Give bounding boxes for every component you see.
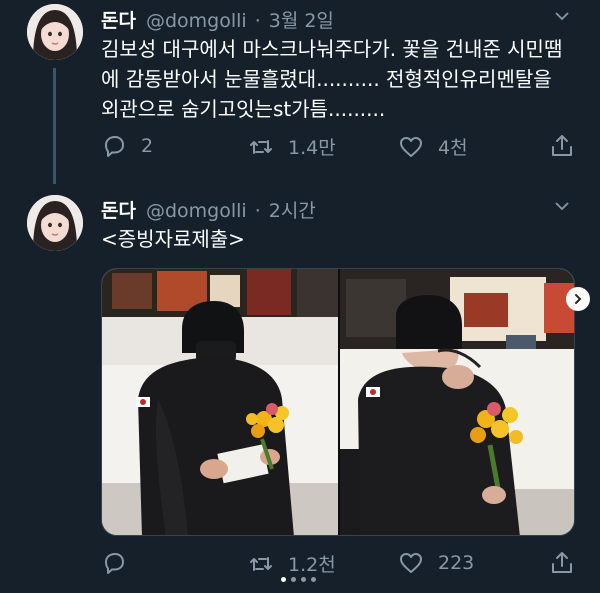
separator: · xyxy=(254,10,261,32)
pager-dot-active[interactable] xyxy=(281,577,286,582)
photo-image xyxy=(102,269,338,535)
carousel-next-button[interactable] xyxy=(566,287,590,311)
retweet-button[interactable]: 1.2천 xyxy=(248,550,336,577)
avatar[interactable] xyxy=(27,4,83,60)
tweet-text: <증빙자료제출> xyxy=(101,227,245,251)
tweet-actions: 2 1.4만 4천 xyxy=(101,133,581,163)
speech-bubble-icon xyxy=(105,553,124,574)
tweet-2[interactable]: 돈다 @domgolli · 2시간 <증빙자료제출> 1.2천 223 xyxy=(0,190,600,593)
reply-count: 2 xyxy=(141,135,154,157)
chevron-down-icon[interactable] xyxy=(554,198,570,214)
timestamp[interactable]: 3월 2일 xyxy=(269,6,334,33)
heart-icon xyxy=(400,136,422,157)
heart-icon xyxy=(400,553,422,573)
retweet-count: 1.4만 xyxy=(288,137,336,159)
speech-bubble-icon xyxy=(105,136,124,157)
retweet-button[interactable]: 1.4만 xyxy=(248,133,336,160)
chevron-down-icon[interactable] xyxy=(554,8,570,24)
retweet-count: 1.2천 xyxy=(288,554,336,576)
photo-grid[interactable] xyxy=(101,268,575,536)
user-handle[interactable]: @domgolli xyxy=(146,200,247,222)
like-button[interactable]: 4천 xyxy=(398,133,468,160)
avatar-image xyxy=(27,4,83,60)
carousel-pager xyxy=(281,577,316,582)
reply-button[interactable]: 2 xyxy=(101,133,153,159)
share-icon xyxy=(552,552,572,573)
avatar-image xyxy=(27,195,83,251)
tweet-header: 돈다 @domgolli · 2시간 xyxy=(101,196,316,223)
photo-2[interactable] xyxy=(340,269,574,535)
tweet-header: 돈다 @domgolli · 3월 2일 xyxy=(101,6,334,33)
display-name[interactable]: 돈다 xyxy=(101,6,136,33)
pager-dot[interactable] xyxy=(301,577,306,582)
share-button[interactable] xyxy=(549,133,589,159)
tweet-1[interactable]: 돈다 @domgolli · 3월 2일 김보성 대구에서 마스크나눠주다가. … xyxy=(0,0,600,190)
separator: · xyxy=(254,200,261,222)
timestamp[interactable]: 2시간 xyxy=(269,196,316,223)
photo-image xyxy=(340,269,574,535)
display-name[interactable]: 돈다 xyxy=(101,196,136,223)
thread-connector xyxy=(53,68,56,184)
user-handle[interactable]: @domgolli xyxy=(146,10,247,32)
retweet-icon xyxy=(250,556,272,571)
pager-dot[interactable] xyxy=(291,577,296,582)
tweet-text: 김보성 대구에서 마스크나눠주다가. 꽃을 건내준 시민땜에 감동받아서 눈물흘… xyxy=(101,37,563,121)
share-button[interactable] xyxy=(549,550,589,576)
photo-1[interactable] xyxy=(102,269,338,535)
like-button[interactable]: 223 xyxy=(398,550,474,576)
tweet-actions: 1.2천 223 xyxy=(101,550,581,580)
pager-dot[interactable] xyxy=(311,577,316,582)
reply-button[interactable] xyxy=(101,550,141,576)
avatar[interactable] xyxy=(27,195,83,251)
retweet-icon xyxy=(250,139,272,154)
share-icon xyxy=(552,135,572,156)
chevron-right-icon xyxy=(575,294,582,304)
like-count: 223 xyxy=(438,552,475,574)
like-count: 4천 xyxy=(438,137,468,159)
